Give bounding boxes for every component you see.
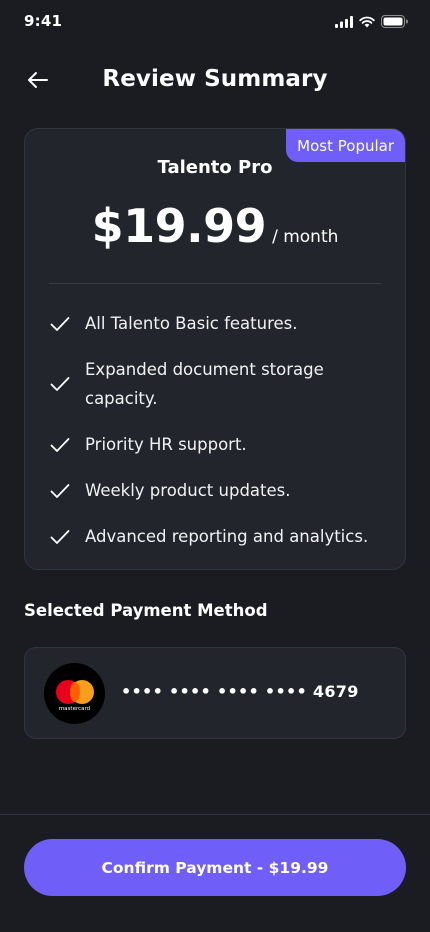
feature-item: Weekly product updates.: [49, 476, 383, 505]
payment-method-card[interactable]: mastercard •••• •••• •••• •••• 4679: [24, 647, 406, 739]
wifi-icon: [359, 16, 375, 27]
payment-section-title: Selected Payment Method: [24, 601, 268, 620]
status-icons: [335, 15, 408, 28]
status-bar: 9:41: [0, 0, 430, 44]
page-title: Review Summary: [102, 66, 328, 92]
feature-item: Priority HR support.: [49, 430, 383, 459]
feature-text: All Talento Basic features.: [85, 314, 298, 333]
price-period: / month: [272, 227, 339, 247]
feature-text: Expanded document storage capacity.: [85, 360, 324, 408]
cellular-signal-icon: [335, 15, 353, 28]
battery-icon: [381, 15, 408, 28]
feature-item: All Talento Basic features.: [49, 309, 383, 338]
feature-item: Expanded document storage capacity.: [49, 355, 383, 413]
check-icon: [49, 480, 71, 502]
divider: [49, 283, 381, 284]
status-time: 9:41: [24, 12, 63, 30]
header: Review Summary: [0, 56, 430, 104]
price-row: $19.99 / month: [25, 199, 405, 253]
check-icon: [49, 373, 71, 395]
check-icon: [49, 313, 71, 335]
footer: Confirm Payment - $19.99: [0, 814, 430, 932]
feature-text: Weekly product updates.: [85, 481, 291, 500]
feature-item: Advanced reporting and analytics.: [49, 522, 383, 551]
check-icon: [49, 434, 71, 456]
card-brand-label: mastercard: [58, 706, 91, 712]
plan-name: Talento Pro: [157, 157, 273, 178]
check-icon: [49, 526, 71, 548]
review-summary-screen: 9:41 Review Summary Most Popular Talento…: [0, 0, 430, 932]
feature-text: Advanced reporting and analytics.: [85, 527, 369, 546]
mastercard-logo-icon: mastercard: [44, 663, 105, 724]
feature-text: Priority HR support.: [85, 435, 247, 454]
confirm-payment-button[interactable]: Confirm Payment - $19.99: [24, 839, 406, 896]
feature-list: All Talento Basic features. Expanded doc…: [49, 309, 383, 568]
price-amount: $19.99: [91, 199, 267, 253]
card-number: •••• •••• •••• •••• 4679: [121, 682, 359, 701]
plan-card: Most Popular Talento Pro $19.99 / month …: [24, 128, 406, 570]
